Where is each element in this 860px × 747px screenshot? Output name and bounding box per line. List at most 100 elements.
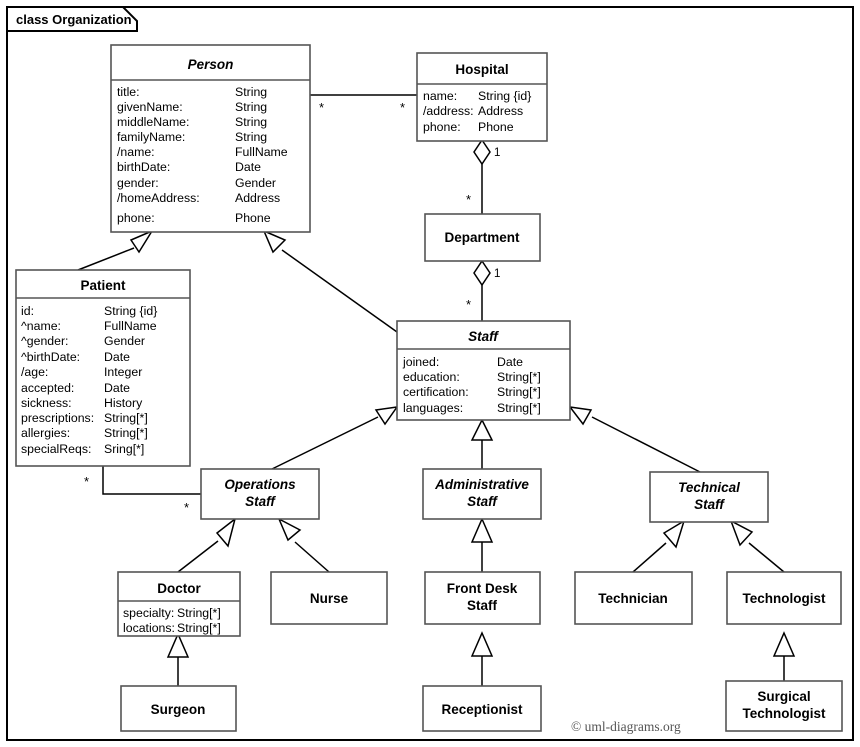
attr-type: Gender: [235, 176, 276, 190]
attr-name: prescriptions:: [21, 411, 94, 425]
attr-type: Address: [235, 191, 280, 205]
class-operations-staff[interactable]: Operations Staff: [200, 468, 320, 520]
class-technical-staff-name-line1: Technical: [678, 480, 740, 495]
class-technologist[interactable]: Technologist: [726, 571, 842, 625]
class-technical-staff[interactable]: Technical Staff: [649, 471, 769, 523]
attr-type: Date: [497, 355, 523, 369]
assoc-patient-operations: [102, 466, 201, 495]
attr-name: familyName:: [117, 130, 185, 144]
class-receptionist-name: Receptionist: [441, 702, 523, 717]
mult-hospital-department-hospital-end: 1: [494, 147, 500, 159]
attr-name: birthDate:: [117, 160, 170, 174]
attr-name: /address:: [423, 104, 474, 118]
attr-type: History: [104, 396, 143, 410]
attr-type: String[*]: [104, 426, 148, 440]
mult-person-hospital-person-end: *: [319, 100, 324, 115]
class-surgeon-name: Surgeon: [151, 702, 206, 717]
attr-name: givenName:: [117, 100, 183, 114]
gen-technologist-technical-line: [748, 542, 785, 573]
attr-name: certification:: [403, 385, 469, 399]
attr-name: phone:: [423, 120, 461, 134]
class-nurse[interactable]: Nurse: [270, 571, 388, 625]
attr-name: ^gender:: [21, 334, 68, 348]
attr-type: String: [235, 115, 267, 129]
class-person[interactable]: Person title: String givenName: String m…: [110, 44, 311, 233]
attr-type: String[*]: [497, 370, 541, 384]
gen-patient-person-line: [77, 247, 135, 271]
attr-name: ^birthDate:: [21, 350, 80, 364]
gen-arrow-receptionist-frontdesk: [470, 631, 494, 657]
gen-arrow-administrative-staff: [470, 418, 494, 441]
attr-name: allergies:: [21, 426, 70, 440]
attr-type: String[*]: [497, 385, 541, 399]
class-technologist-name: Technologist: [743, 591, 827, 606]
gen-arrow-staff-person: [262, 229, 287, 254]
attr-type: FullName: [104, 319, 157, 333]
aggregation-diamond-department: [473, 259, 491, 287]
mult-patient-operations-operations-end: *: [184, 500, 189, 515]
attr-name: specialReqs:: [21, 442, 91, 456]
mult-person-hospital-hospital-end: *: [400, 100, 405, 115]
class-doctor-name: Doctor: [157, 581, 201, 596]
class-patient[interactable]: Patient id: String {id} ^name: FullName …: [15, 269, 191, 467]
attr-type: String: [235, 100, 267, 114]
class-staff[interactable]: Staff joined: Date education: String[*] …: [396, 320, 571, 421]
gen-arrow-nurse-operations: [277, 517, 302, 542]
attr-name: education:: [403, 370, 460, 384]
gen-arrow-technical-staff: [568, 405, 593, 426]
attr-type: String: [235, 85, 267, 99]
gen-arrow-doctor-operations: [215, 517, 237, 548]
class-front-desk-staff[interactable]: Front Desk Staff: [424, 571, 541, 625]
class-department-name: Department: [444, 230, 520, 245]
gen-arrow-surgeon-doctor: [166, 632, 190, 658]
attr-name: accepted:: [21, 381, 74, 395]
mult-patient-operations-patient-end: *: [84, 474, 89, 489]
class-patient-name: Patient: [80, 278, 126, 293]
attr-type: String[*]: [177, 606, 221, 620]
attr-name: name:: [423, 89, 457, 103]
attr-type: Phone: [478, 120, 514, 134]
attr-type: String[*]: [104, 411, 148, 425]
gen-arrow-patient-person: [129, 229, 154, 254]
class-person-name: Person: [188, 57, 234, 72]
class-front-desk-staff-name-line2: Staff: [467, 598, 498, 613]
uml-class-diagram: class Organization * * 1 * 1 * * * Perso…: [0, 0, 860, 747]
class-surgeon[interactable]: Surgeon: [120, 685, 237, 732]
attr-type: String[*]: [497, 401, 541, 415]
attr-type: Sring[*]: [104, 442, 144, 456]
attr-type: String: [235, 130, 267, 144]
attr-name: id:: [21, 304, 34, 318]
attr-type: Phone: [235, 211, 271, 225]
class-technician[interactable]: Technician: [574, 571, 693, 625]
attr-type: String {id}: [478, 89, 531, 103]
class-technical-staff-name-line2: Staff: [694, 497, 725, 512]
attr-type: Gender: [104, 334, 145, 348]
class-surgical-technologist[interactable]: Surgical Technologist: [725, 680, 843, 732]
attr-name: locations:: [123, 621, 175, 635]
class-hospital-name: Hospital: [455, 62, 508, 77]
class-receptionist[interactable]: Receptionist: [422, 685, 542, 732]
mult-hospital-department-department-end: *: [466, 192, 471, 207]
class-administrative-staff[interactable]: Administrative Staff: [422, 468, 542, 520]
class-department[interactable]: Department: [424, 213, 541, 262]
class-surgical-technologist-name-line1: Surgical: [757, 689, 810, 704]
attr-name: gender:: [117, 176, 159, 190]
class-operations-staff-name-line1: Operations: [224, 477, 296, 492]
class-surgical-technologist-name-line2: Technologist: [743, 706, 827, 721]
gen-staff-person-line: [281, 249, 398, 333]
class-operations-staff-name-line2: Staff: [245, 494, 276, 509]
attr-type: Date: [104, 381, 130, 395]
diagram-canvas: class Organization * * 1 * 1 * * * Perso…: [6, 6, 854, 741]
attr-name: joined:: [402, 355, 439, 369]
attr-name: sickness:: [21, 396, 72, 410]
mult-department-staff-department-end: 1: [494, 268, 500, 280]
attr-name: /age:: [21, 365, 48, 379]
class-front-desk-staff-name-line1: Front Desk: [447, 581, 518, 596]
class-staff-name: Staff: [468, 329, 499, 344]
class-doctor[interactable]: Doctor specialty: String[*] locations: S…: [117, 571, 241, 637]
class-hospital[interactable]: Hospital name: String {id} /address: Add…: [416, 52, 548, 142]
attr-name: languages:: [403, 401, 463, 415]
gen-arrow-operations-staff: [374, 406, 399, 426]
gen-arrow-technician-technical: [662, 519, 686, 549]
attr-type: Date: [104, 350, 130, 364]
